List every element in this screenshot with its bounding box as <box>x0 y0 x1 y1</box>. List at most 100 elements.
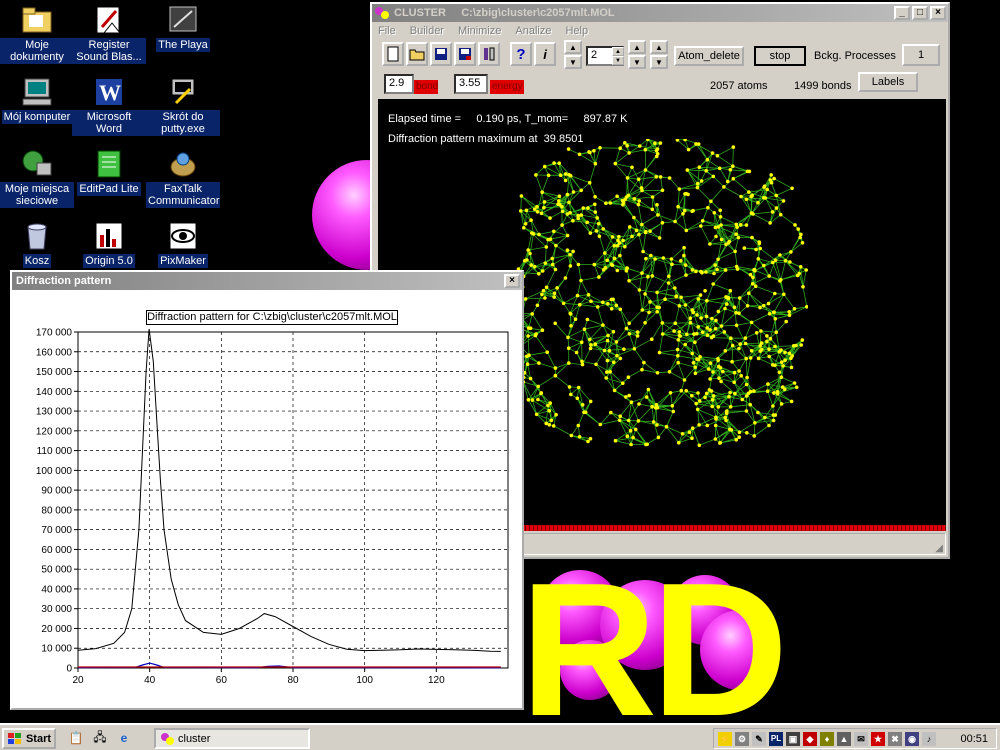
atom <box>743 341 748 346</box>
atom <box>576 423 581 428</box>
atom <box>691 360 696 365</box>
atom <box>626 375 631 379</box>
cluster-titlebar[interactable]: CLUSTER C:\zbig\cluster\c2057mlt.MOL _ □… <box>372 4 948 22</box>
desktop-icon-moj-komputer[interactable]: Mój komputer <box>0 76 74 124</box>
close-button[interactable]: × <box>504 274 520 288</box>
language-indicator[interactable]: PL <box>769 731 783 746</box>
atom <box>704 314 709 319</box>
desktop-icon-the-playa[interactable]: The Playa <box>146 4 220 52</box>
stop-button[interactable]: stop <box>754 46 806 66</box>
atom <box>667 176 672 180</box>
spinner-stepper-down[interactable]: ▼ <box>612 56 624 65</box>
spin-up-button[interactable]: ▲ <box>564 40 582 54</box>
tray-icon[interactable]: ⚙ <box>735 731 749 746</box>
atom <box>653 257 657 261</box>
info-button[interactable]: i <box>534 42 556 66</box>
atom <box>636 419 641 423</box>
tray-icon[interactable]: ◉ <box>905 731 919 746</box>
atom <box>770 260 775 265</box>
atom <box>747 190 751 194</box>
atom <box>699 224 703 228</box>
atom <box>745 431 749 435</box>
atom <box>790 186 794 191</box>
tray-icon[interactable]: ▣ <box>786 731 800 746</box>
atom <box>739 194 743 199</box>
atom <box>598 422 603 427</box>
save-button[interactable] <box>430 42 452 66</box>
desktop-icon-kosz[interactable]: Kosz <box>0 220 74 268</box>
print-button[interactable] <box>478 42 500 66</box>
desktop-icon-microsoft-word[interactable]: W Microsoft Word <box>72 76 146 136</box>
atom <box>719 223 723 227</box>
desktop-icon-faxtalk[interactable]: FaxTalk Communicator <box>146 148 220 208</box>
menu-minimize[interactable]: Minimize <box>458 25 501 37</box>
tray-icon[interactable]: ▲ <box>837 731 851 746</box>
tray-icon[interactable]: ⚡ <box>718 731 732 746</box>
tray-icon[interactable]: ✉ <box>854 731 868 746</box>
atom-delete-button[interactable]: Atom_delete <box>674 46 744 66</box>
desktop-icon-putty[interactable]: Skrót do putty.exe <box>146 76 220 136</box>
spin3-up-button[interactable]: ▲ <box>650 40 668 54</box>
atom <box>586 206 590 210</box>
menu-analize[interactable]: Analize <box>515 25 551 37</box>
energy-field[interactable]: 3.55 <box>454 74 488 94</box>
atom <box>787 351 792 356</box>
atom <box>589 343 593 347</box>
desktop-icon-editpad-lite[interactable]: EditPad Lite <box>72 148 146 196</box>
atom <box>621 381 625 385</box>
atom <box>766 301 771 306</box>
menu-builder[interactable]: Builder <box>410 25 444 37</box>
spin3-down-button[interactable]: ▼ <box>650 55 668 69</box>
atom <box>601 227 605 231</box>
menu-help[interactable]: Help <box>565 25 588 37</box>
tray-icon[interactable]: ♦ <box>820 731 834 746</box>
diffraction-titlebar[interactable]: Diffraction pattern × <box>12 272 522 290</box>
atom <box>566 335 570 340</box>
quicklaunch-outlook[interactable]: 🖧 <box>90 728 110 748</box>
atom <box>756 356 761 361</box>
tray-icon[interactable]: ✎ <box>752 731 766 746</box>
new-file-button[interactable] <box>382 42 404 66</box>
bond-field[interactable]: 2.9 <box>384 74 414 94</box>
atom <box>622 347 626 351</box>
spinner-stepper-up[interactable]: ▲ <box>612 47 624 56</box>
atom <box>633 427 638 432</box>
tray-icon[interactable]: ✖ <box>888 731 902 746</box>
desktop-icon-pixmaker[interactable]: PixMaker <box>146 220 220 268</box>
spin2-down-button[interactable]: ▼ <box>628 55 646 69</box>
resize-grip-icon[interactable]: ◢ <box>935 543 943 554</box>
help-button[interactable]: ? <box>510 42 532 66</box>
labels-button[interactable]: Labels <box>858 72 918 92</box>
bckg-processes-button[interactable]: 1 <box>902 44 940 66</box>
desktop-icon-origin[interactable]: Origin 5.0 <box>72 220 146 268</box>
diffraction-window[interactable]: Diffraction pattern × Diffraction patter… <box>10 270 524 710</box>
atom <box>530 312 534 316</box>
taskbar-button-cluster[interactable]: cluster <box>154 728 310 749</box>
minimize-button[interactable]: _ <box>894 6 910 20</box>
arrow-up-icon: ▲ <box>655 42 663 52</box>
tray-icon[interactable]: ◆ <box>803 731 817 746</box>
atom <box>553 373 558 378</box>
atom <box>539 211 544 216</box>
spin2-up-button[interactable]: ▲ <box>628 40 646 54</box>
menu-file[interactable]: File <box>378 25 396 37</box>
atom <box>777 349 782 354</box>
quicklaunch-ie[interactable]: e <box>114 728 134 748</box>
quicklaunch-desktop[interactable]: 📋 <box>66 728 86 748</box>
desktop-icon-moje-dokumenty[interactable]: Moje dokumenty <box>0 4 74 64</box>
volume-icon[interactable]: ♪ <box>922 731 936 746</box>
open-file-button[interactable] <box>406 42 428 66</box>
maximize-button[interactable]: □ <box>912 6 928 20</box>
close-button[interactable]: × <box>930 6 946 20</box>
start-button[interactable]: Start <box>2 728 56 749</box>
spin-down-button[interactable]: ▼ <box>564 55 582 69</box>
atom <box>655 423 659 427</box>
desktop-icon-moje-miejsca-sieciowe[interactable]: Moje miejsca sieciowe <box>0 148 74 208</box>
tray-icon[interactable]: ★ <box>871 731 885 746</box>
atom <box>734 438 738 442</box>
y-tick-label: 0 <box>66 664 72 675</box>
save-as-button[interactable] <box>454 42 476 66</box>
atom <box>724 418 728 423</box>
spinner-value: 2 <box>591 49 598 61</box>
desktop-icon-register-sound[interactable]: Register Sound Blas... <box>72 4 146 64</box>
